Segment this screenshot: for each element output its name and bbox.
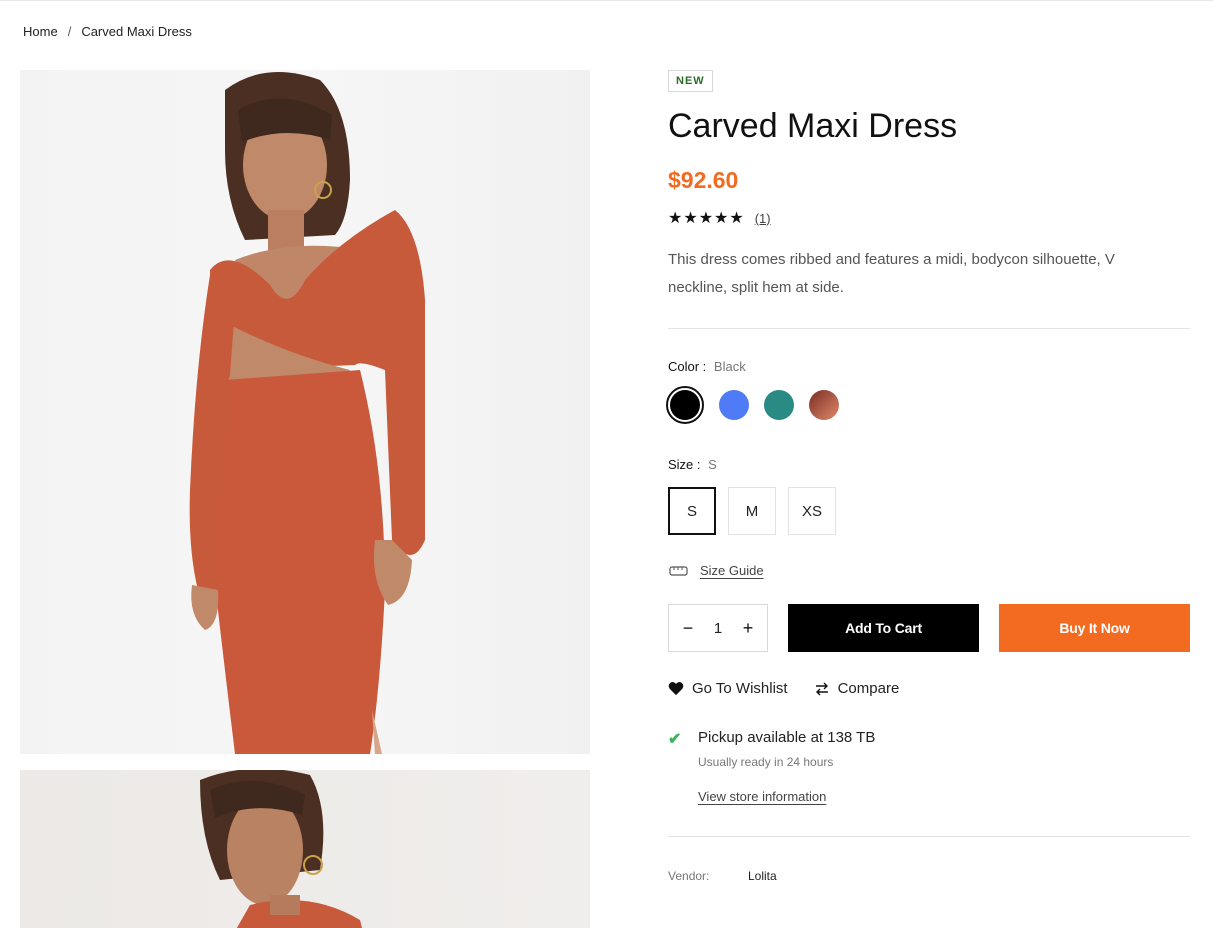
breadcrumb-home-link[interactable]: Home [23,24,58,39]
breadcrumb: Home / Carved Maxi Dress [23,24,192,39]
buy-now-button[interactable]: Buy It Now [999,604,1190,653]
new-badge: NEW [668,70,713,92]
vendor-label: Vendor: [668,869,710,884]
wishlist-label: Go To Wishlist [692,680,788,698]
secondary-actions: Go To Wishlist Compare [668,680,1190,697]
product-image-main[interactable] [20,70,590,754]
compare-arrows-icon [815,682,828,696]
product-image-secondary[interactable] [20,770,590,928]
size-label: Size : S [668,457,1190,472]
product-gallery [20,70,590,928]
vendor-row: Vendor: Lolita [668,869,1190,883]
compare-label: Compare [837,680,900,698]
size-options: S M XS [668,487,1190,536]
view-store-information-link[interactable]: View store information [698,789,826,804]
color-swatches [666,386,1190,425]
top-border [0,0,1213,1]
wishlist-link[interactable]: Go To Wishlist [668,680,788,697]
color-label-text: Color : [668,359,707,375]
ruler-icon [669,566,688,576]
breadcrumb-separator: / [67,24,72,39]
color-swatch-rust[interactable] [809,390,839,421]
review-count-link[interactable]: (1) [755,211,771,226]
compare-link[interactable]: Compare [814,680,900,698]
check-icon: ✔ [668,731,682,749]
product-title: Carved Maxi Dress [668,107,958,145]
size-label-text: Size : [668,457,701,473]
size-selected-value: S [708,457,717,473]
size-option-xs[interactable]: XS [788,487,836,536]
add-to-cart-button[interactable]: Add To Cart [788,604,979,653]
product-description: This dress comes ribbed and features a m… [668,251,1115,297]
divider [668,328,1190,330]
rating: ★★★★★ (1) [668,208,1190,228]
divider [668,836,1190,838]
size-guide-link[interactable]: Size Guide [668,563,1190,578]
pickup-availability: ✔ Pickup available at 138 TB Usually rea… [668,729,1190,806]
color-selected-value: Black [713,359,746,375]
quantity-increase-button[interactable]: + [737,618,759,639]
color-swatch-blue[interactable] [719,390,749,421]
product-price: $92.60 [668,167,739,194]
quantity-value[interactable]: 1 [714,620,722,637]
size-guide-label: Size Guide [700,563,764,579]
color-label: Color : Black [668,359,1190,374]
quantity-stepper: − 1 + [668,604,768,653]
quantity-decrease-button[interactable]: − [677,618,699,639]
breadcrumb-current: Carved Maxi Dress [81,24,192,39]
pickup-title: Pickup available at 138 TB [698,729,876,747]
product-info: NEW Carved Maxi Dress $92.60 ★★★★★ (1) T… [666,70,1190,883]
vendor-value: Lolita [748,869,777,884]
heart-icon [668,682,684,696]
color-swatch-black[interactable] [666,386,704,425]
size-option-s[interactable]: S [668,487,716,536]
size-option-m[interactable]: M [728,487,776,536]
star-rating-icon: ★★★★★ [668,210,745,228]
color-swatch-teal[interactable] [764,390,794,421]
pickup-subtitle: Usually ready in 24 hours [698,755,834,770]
purchase-row: − 1 + Add To Cart Buy It Now [668,604,1190,653]
